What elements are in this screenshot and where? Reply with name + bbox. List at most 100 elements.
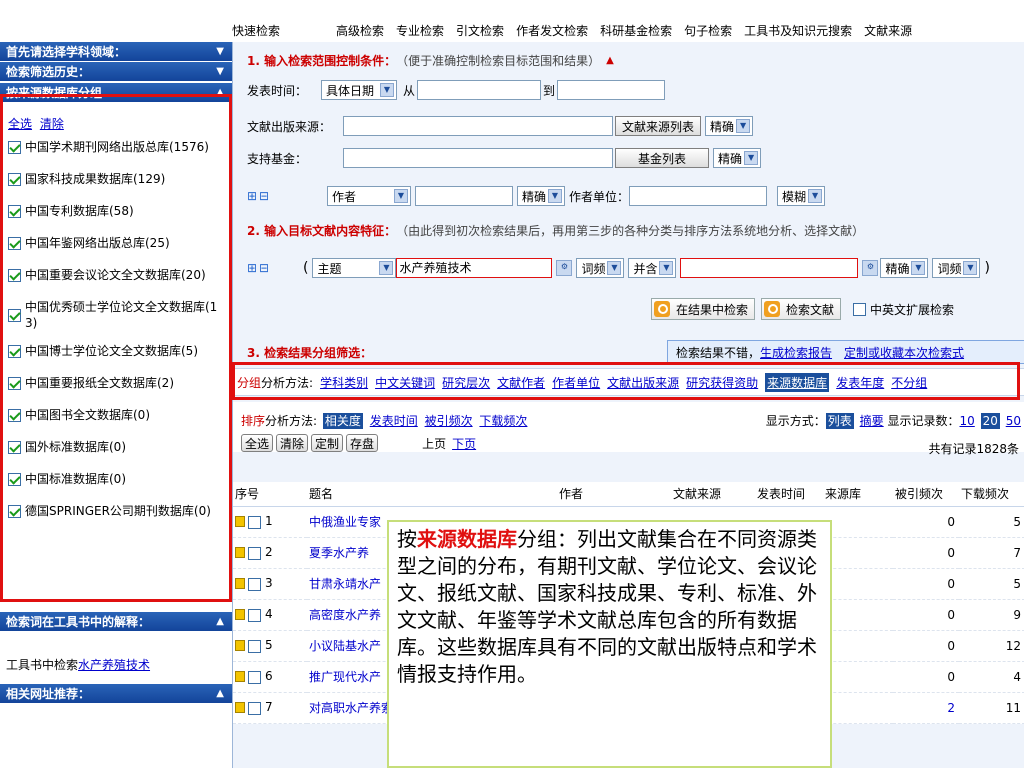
match2-select[interactable]: 精确 ▼ [880,258,929,278]
checkbox[interactable] [8,309,21,322]
group-author[interactable]: 文献作者 [497,374,545,391]
add-remove-icon[interactable]: ⊞⊟ [247,189,327,203]
tab-advanced-search[interactable]: 高级检索 [336,22,384,39]
row-checkbox[interactable] [248,609,261,622]
group-keyword[interactable]: 中文关键词 [375,374,435,391]
display-summary[interactable]: 摘要 [860,414,884,428]
db-item[interactable]: 德国SPRINGER公司期刊数据库(0) [8,503,228,535]
checkbox[interactable] [8,141,21,154]
db-item[interactable]: 中国专利数据库(58) [8,203,228,235]
tab-author-search[interactable]: 作者发文检索 [516,22,588,39]
date-from-input[interactable] [417,80,542,100]
fund-input[interactable] [343,148,613,168]
fund-match-select[interactable]: 精确 ▼ [713,148,762,168]
group-year[interactable]: 发表年度 [836,374,884,391]
group-level[interactable]: 研究层次 [442,374,490,391]
checkbox[interactable] [8,269,21,282]
checkbox[interactable] [8,173,21,186]
source-input[interactable] [343,116,613,136]
toolbook-header[interactable]: 检索词在工具书中的解释： ▲ [0,612,232,632]
db-item[interactable]: 中国优秀硕士学位论文全文数据库(13) [8,299,228,343]
tab-professional-search[interactable]: 专业检索 [396,22,444,39]
checkbox[interactable] [8,237,21,250]
checkbox[interactable] [8,205,21,218]
count-20[interactable]: 20 [980,413,1000,429]
tab-source-search[interactable]: 文献来源 [864,22,912,39]
tab-quick-search[interactable]: 快速检索 [232,22,280,39]
related-sites-header[interactable]: 相关网址推荐： ▲ [0,684,232,704]
row-checkbox[interactable] [248,547,261,560]
row-checkbox[interactable] [248,640,261,653]
db-item[interactable]: 中国学术期刊网络出版总库(1576) [8,139,228,171]
db-item[interactable]: 国家科技成果数据库(129) [8,171,228,203]
sort-time[interactable]: 发表时间 [370,414,418,428]
row-checkbox[interactable] [248,671,261,684]
freq-select[interactable]: 词频 ▼ [576,258,625,278]
group-none[interactable]: 不分组 [891,374,927,391]
db-item[interactable]: 国外标准数据库(0) [8,439,228,471]
next-page-link[interactable]: 下页 [452,435,476,452]
group-pub-source[interactable]: 文献出版来源 [607,374,679,391]
display-list[interactable]: 列表 [825,413,854,429]
checkbox[interactable] [8,345,21,358]
checkbox[interactable] [8,377,21,390]
group-source-db[interactable]: 来源数据库 [765,372,830,392]
author-field-select[interactable]: 作者 ▼ [327,186,411,206]
source-list-button[interactable]: 文献来源列表 [615,116,702,136]
sort-relevance[interactable]: 相关度 [322,413,363,429]
author-input[interactable] [415,186,513,206]
checkbox[interactable] [8,473,21,486]
select-all-button[interactable]: 全选 [241,434,274,452]
checkbox[interactable] [8,409,21,422]
tab-citation-search[interactable]: 引文检索 [456,22,504,39]
triangle-up-icon[interactable]: ▲ [606,55,614,66]
select-all-link[interactable]: 全选 [8,117,32,131]
keyword-input[interactable]: 水产养殖技术 [396,258,553,278]
source-match-select[interactable]: 精确 ▼ [705,116,754,136]
content-field-select[interactable]: 主题 ▼ [312,258,397,278]
save-button[interactable]: 存盘 [346,434,379,452]
db-item[interactable]: 中国博士学位论文全文数据库(5) [8,343,228,375]
count-10[interactable]: 10 [960,414,975,428]
author-match-select[interactable]: 精确 ▼ [517,186,565,206]
author-unit-match-select[interactable]: 模糊 ▼ [777,186,826,206]
expand-checkbox[interactable] [853,302,867,316]
source-db-group-header[interactable]: 按来源数据库分组 ▲ [0,83,232,103]
toolbook-keyword-link[interactable]: 水产养殖技术 [78,658,150,672]
group-author-unit[interactable]: 作者单位 [552,374,600,391]
fund-list-button[interactable]: 基金列表 [615,148,710,168]
customize-button[interactable]: 定制 [311,434,344,452]
add-remove-icon[interactable]: ⊞⊟ [247,261,303,275]
tab-toolbook-search[interactable]: 工具书及知识元搜索 [744,22,852,39]
clear-button[interactable]: 清除 [276,434,309,452]
sort-download[interactable]: 下载频次 [479,414,527,428]
author-unit-input[interactable] [629,186,768,206]
subject-field-header[interactable]: 首先请选择学科领域： ▼ [0,42,232,62]
db-item[interactable]: 中国重要会议论文全文数据库(20) [8,267,228,299]
save-query-link[interactable]: 定制或收藏本次检索式 [844,344,964,361]
group-subject[interactable]: 学科类别 [320,374,368,391]
checkbox[interactable] [8,505,21,518]
keyword-lookup-icon[interactable]: ⚙ [556,260,573,276]
date-type-select[interactable]: 具体日期 ▼ [321,80,397,100]
clear-link[interactable]: 清除 [40,117,64,131]
group-fund[interactable]: 研究获得资助 [686,374,758,391]
row-cited[interactable]: 2 [893,692,959,724]
search-in-results-button[interactable]: 在结果中检索 [651,298,756,320]
combine-select[interactable]: 并含 ▼ [628,258,677,278]
freq2-select[interactable]: 词频 ▼ [932,258,981,278]
search-button[interactable]: 检索文献 [761,298,842,320]
report-link[interactable]: 生成检索报告 [760,344,832,361]
tab-fund-search[interactable]: 科研基金检索 [600,22,672,39]
sort-cited[interactable]: 被引频次 [425,414,473,428]
row-checkbox[interactable] [248,516,261,529]
db-item[interactable]: 中国图书全文数据库(0) [8,407,228,439]
row-checkbox[interactable] [248,702,261,715]
db-item[interactable]: 中国重要报纸全文数据库(2) [8,375,228,407]
row-checkbox[interactable] [248,578,261,591]
date-to-input[interactable] [557,80,666,100]
keyword2-input[interactable] [680,258,859,278]
count-50[interactable]: 50 [1006,414,1021,428]
keyword2-lookup-icon[interactable]: ⚙ [862,260,879,276]
checkbox[interactable] [8,441,21,454]
